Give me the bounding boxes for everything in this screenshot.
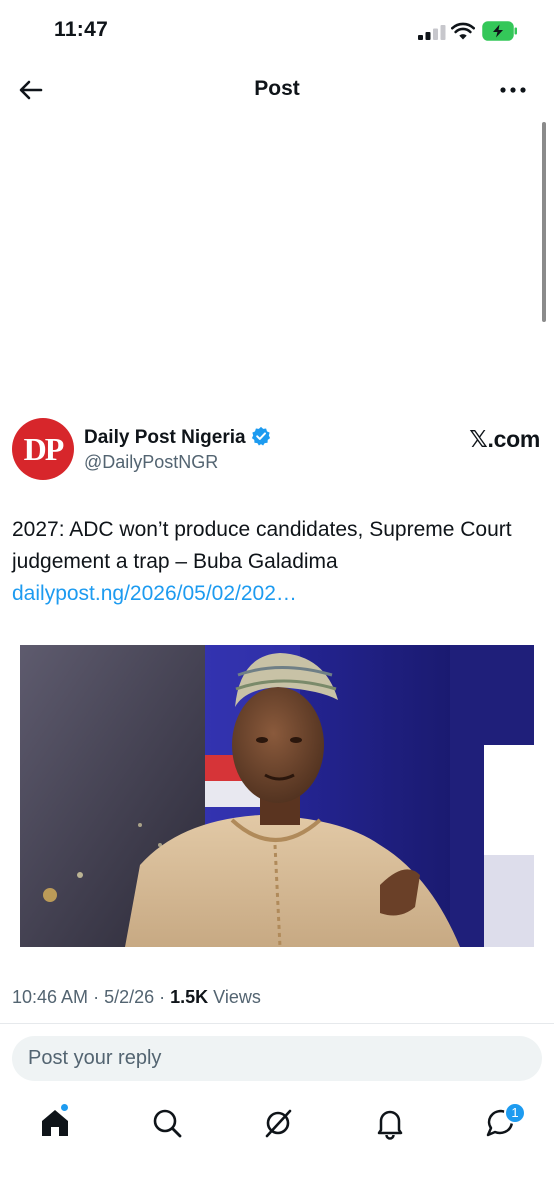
cellular-signal-icon [418, 25, 446, 40]
notifications-icon [377, 1110, 403, 1140]
source-label: 𝕏.com [469, 426, 540, 452]
more-options-button[interactable] [496, 77, 530, 103]
reply-input[interactable]: Post your reply [12, 1036, 542, 1081]
wifi-icon [451, 22, 475, 40]
tab-grok[interactable] [261, 1106, 295, 1140]
verified-icon [251, 426, 270, 446]
messages-badge: 1 [504, 1102, 526, 1124]
post-image-graphic [20, 645, 534, 947]
post-time: 10:46 AM [12, 987, 89, 1007]
page-title: Post [254, 77, 300, 100]
more-icon [500, 87, 526, 93]
post-image[interactable] [20, 645, 534, 947]
post-link[interactable]: dailypost.ng/2026/05/02/202… [12, 578, 297, 610]
battery-charging-icon [482, 21, 517, 41]
top-nav-bar: Post [0, 62, 554, 118]
view-count: 1.5K [170, 987, 209, 1007]
tab-notifications[interactable] [373, 1106, 407, 1140]
avatar[interactable]: DP [12, 418, 74, 480]
divider [0, 1023, 554, 1024]
post-meta: 10:46 AM · 5/2/26 · 1.5K Views [12, 987, 261, 1007]
bottom-tab-bar [0, 1096, 554, 1152]
tab-home[interactable] [38, 1103, 72, 1140]
status-bar: 11:47 [0, 0, 554, 62]
author-name[interactable]: Daily Post Nigeria [84, 426, 271, 449]
post-date: 5/2/26 [104, 987, 155, 1007]
home-unread-dot [60, 1103, 69, 1112]
post-text: 2027: ADC won’t produce candidates, Supr… [12, 518, 512, 573]
status-time: 11:47 [54, 18, 109, 41]
grok-icon [265, 1109, 292, 1138]
reply-placeholder: Post your reply [28, 1047, 162, 1069]
author-handle[interactable]: @DailyPostNGR [84, 452, 218, 473]
search-icon [153, 1109, 182, 1138]
scrollbar[interactable] [542, 122, 546, 322]
embedded-post-header: DP Daily Post Nigeria @DailyPostNGR 𝕏.co… [12, 418, 542, 484]
views-label: Views [213, 987, 261, 1007]
author-name-text: Daily Post Nigeria [84, 427, 246, 448]
tab-search[interactable] [150, 1106, 184, 1140]
